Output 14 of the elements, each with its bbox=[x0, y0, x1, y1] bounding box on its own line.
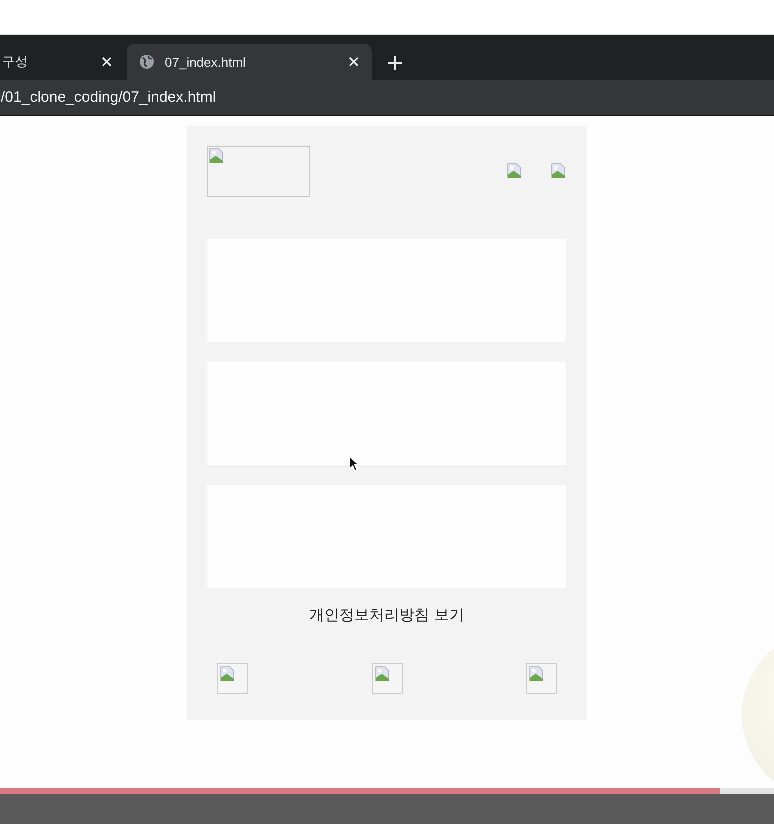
cursor-icon bbox=[349, 456, 359, 472]
broken-image-icon bbox=[220, 666, 236, 682]
broken-image-icon bbox=[551, 163, 567, 179]
browser-tab[interactable]: 07_index.html bbox=[127, 44, 372, 80]
tab-title: 구성 bbox=[2, 53, 29, 71]
globe-icon bbox=[139, 54, 155, 70]
privacy-policy-link[interactable]: 개인정보처리방침 보기 bbox=[310, 606, 464, 625]
broken-image-icon bbox=[529, 666, 545, 682]
broken-image-icon bbox=[374, 666, 390, 682]
new-tab-button[interactable] bbox=[386, 54, 404, 72]
address-field[interactable]: /01_clone_coding/07_index.html bbox=[0, 89, 216, 106]
tab-title: 07_index.html bbox=[165, 54, 247, 70]
broken-image-icon bbox=[209, 148, 225, 164]
broken-image-icon bbox=[507, 163, 523, 179]
